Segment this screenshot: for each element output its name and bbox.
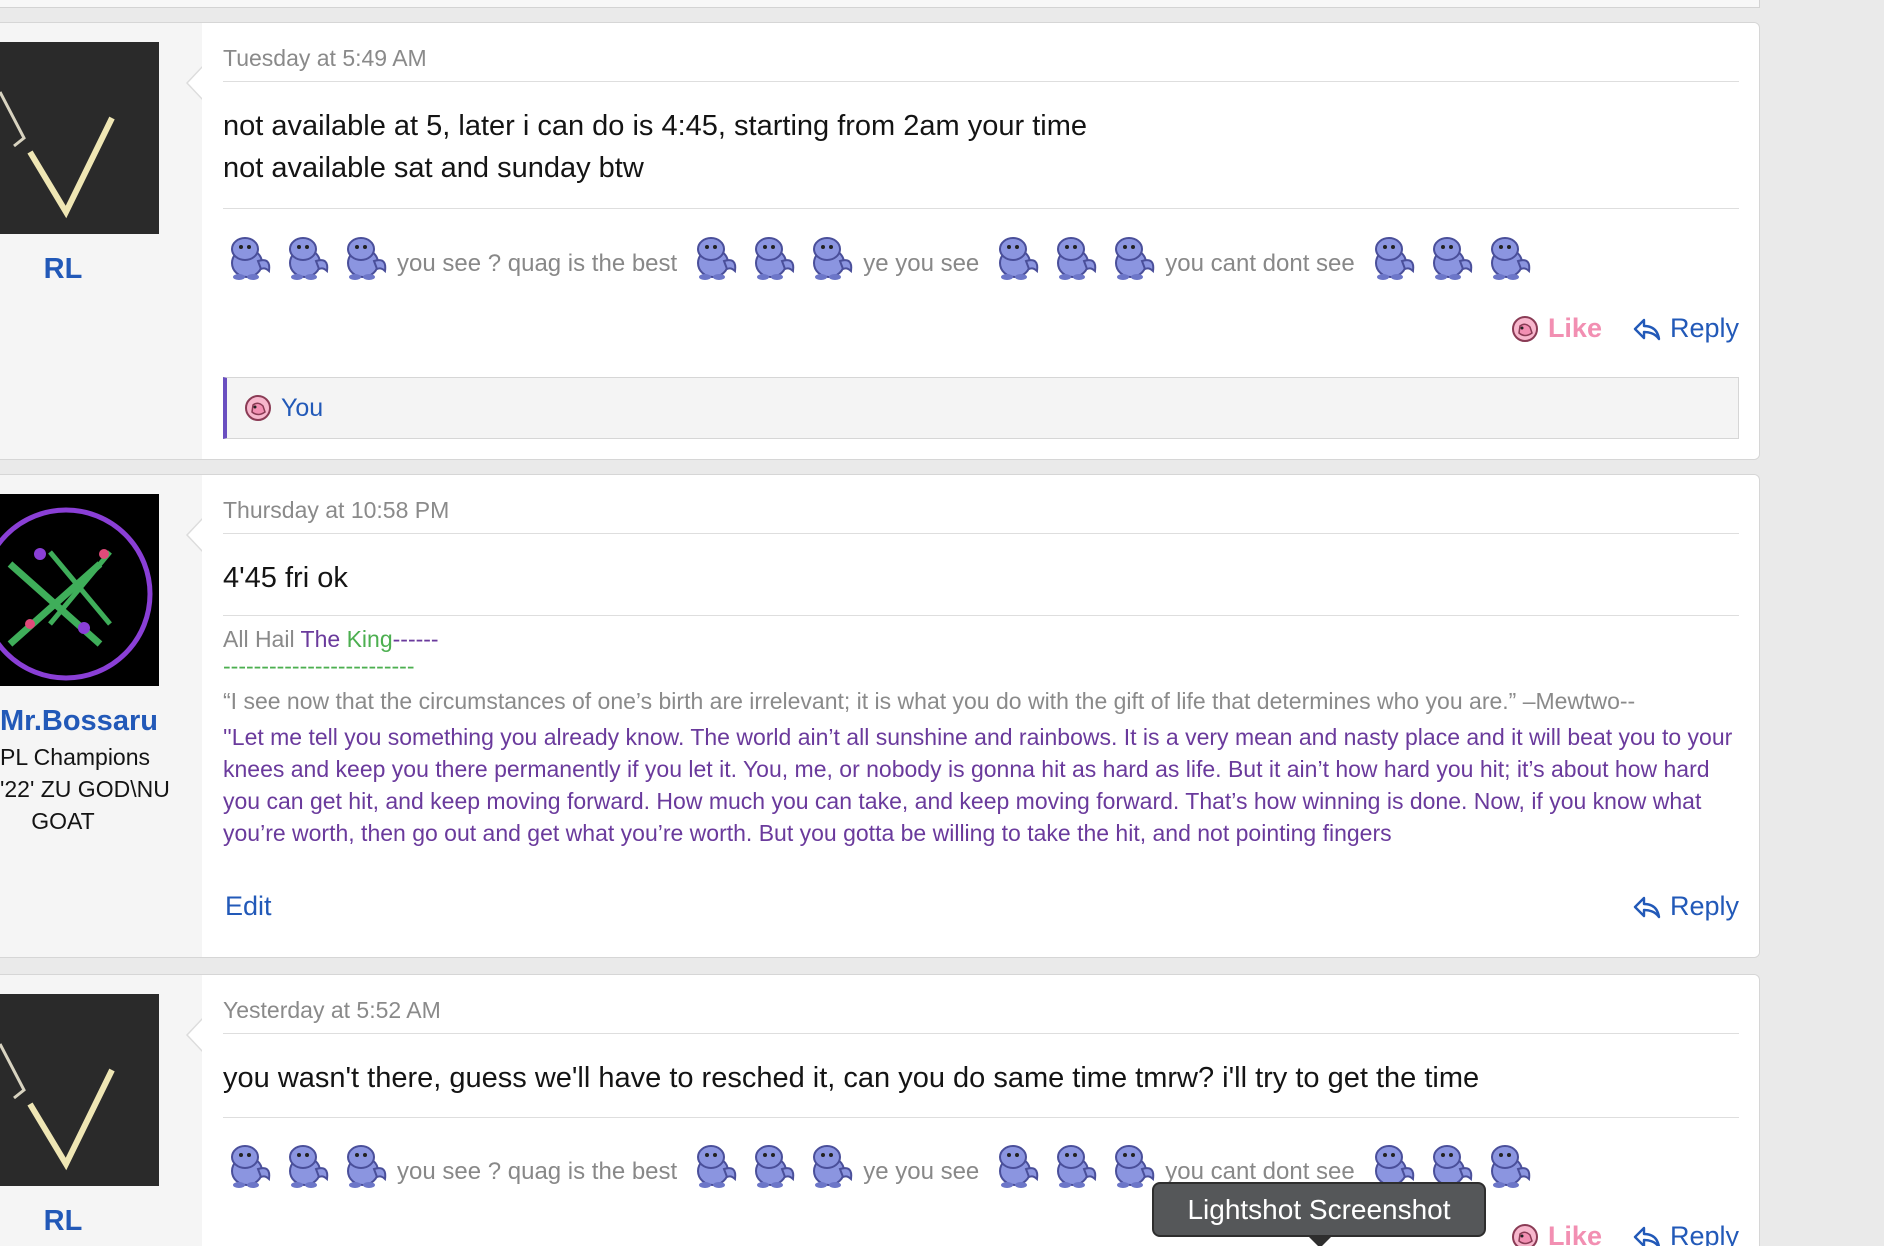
signature-row: you see ? quag is the best ye you see yo…: [223, 1141, 1739, 1191]
quagsire-icon: [223, 233, 275, 283]
quagsire-icon: [805, 1141, 857, 1191]
post-1: RL Tuesday at 5:49 AM not available at 5…: [0, 22, 1760, 460]
username[interactable]: Mr.Bossaru: [0, 705, 158, 738]
reply-button[interactable]: Reply: [1632, 891, 1739, 922]
reply-button[interactable]: Reply: [1632, 1221, 1739, 1246]
lightshot-tooltip: Lightshot Screenshot: [1152, 1182, 1486, 1246]
reply-button[interactable]: Reply: [1632, 313, 1739, 344]
quagsire-icon: [339, 1141, 391, 1191]
reply-arrow-icon: [1632, 892, 1662, 922]
quagsire-icon: [747, 1141, 799, 1191]
signature-quote-mewtwo: “I see now that the circumstances of one…: [223, 688, 1636, 714]
quagsire-icon: [689, 233, 741, 283]
message-arrow: [186, 1017, 203, 1053]
quagsire-icon: [689, 1141, 741, 1191]
quagsire-icon: [281, 233, 333, 283]
message-body: you wasn't there, guess we'll have to re…: [223, 1062, 1480, 1094]
quagsire-icon: [1049, 1141, 1101, 1191]
username[interactable]: RL: [0, 253, 126, 286]
quagsire-icon: [1107, 1141, 1159, 1191]
divider: [223, 81, 1739, 82]
reply-label: Reply: [1669, 1221, 1739, 1246]
like-button[interactable]: Like: [1510, 1221, 1602, 1246]
quagsire-icon: [223, 1141, 275, 1191]
divider: [223, 615, 1739, 616]
quagsire-icon: [1483, 233, 1535, 283]
post-actions: Reply: [1632, 891, 1739, 922]
reply-arrow-icon: [1632, 1222, 1662, 1246]
likes-bar: You: [223, 377, 1739, 439]
signature-green-dashes: -------------------------: [223, 653, 415, 679]
message-arrow: [186, 65, 203, 101]
divider: [223, 208, 1739, 209]
divider: [223, 1117, 1739, 1118]
divider: [223, 1033, 1739, 1034]
signature-hail-line: All Hail The King------: [223, 623, 1739, 655]
quagsire-icon: [1107, 233, 1159, 283]
post-actions: Like Reply: [1510, 1221, 1739, 1246]
post-1-content: Tuesday at 5:49 AM not available at 5, l…: [202, 23, 1759, 459]
user-title-line: '22' ZU GOD\NU: [0, 776, 170, 802]
post-3: RL Yesterday at 5:52 AM you wasn't there…: [0, 974, 1760, 1246]
avatar[interactable]: [0, 42, 159, 234]
message-arrow: [186, 517, 203, 553]
quagsire-icon: [747, 233, 799, 283]
signature-row: you see ? quag is the best ye you see yo…: [223, 233, 1739, 283]
message-body: not available at 5, later i can do is 4:…: [223, 105, 1739, 189]
signature-hail-king: King: [346, 626, 393, 652]
post-2-user-column: Mr.Bossaru PL Champions '22' ZU GOD\NU G…: [0, 475, 202, 957]
signature-text: you see ? quag is the best: [397, 1158, 678, 1185]
username[interactable]: RL: [0, 1205, 126, 1238]
post-date[interactable]: Tuesday at 5:49 AM: [223, 45, 427, 72]
post-date[interactable]: Thursday at 10:58 PM: [223, 497, 449, 524]
signature-text: you cant dont see: [1165, 250, 1355, 277]
user-title-line: PL Champions: [0, 744, 151, 770]
quagsire-icon: [281, 1141, 333, 1191]
message-line: not available at 5, later i can do is 4:…: [223, 110, 1087, 142]
like-label: Like: [1547, 1221, 1602, 1246]
quagsire-icon: [991, 233, 1043, 283]
signature-text: ye you see: [863, 250, 980, 277]
avatar[interactable]: [0, 994, 159, 1186]
post-actions: Like Reply: [1510, 313, 1739, 344]
quagsire-icon: [1367, 233, 1419, 283]
quagsire-icon: [1483, 1141, 1535, 1191]
avatar[interactable]: [0, 494, 159, 686]
message-line: not available sat and sunday btw: [223, 152, 644, 184]
post-3-user-column: RL: [0, 975, 202, 1246]
signature-hail-prefix: All Hail: [223, 626, 301, 652]
signature: All Hail The King------ ----------------…: [223, 623, 1739, 865]
post-3-content: Yesterday at 5:52 AM you wasn't there, g…: [202, 975, 1759, 1246]
quagsire-icon: [991, 1141, 1043, 1191]
signature-text: ye you see: [863, 1158, 980, 1185]
quagsire-icon: [1425, 233, 1477, 283]
likes-by-link[interactable]: You: [281, 394, 323, 423]
post-date[interactable]: Yesterday at 5:52 AM: [223, 997, 441, 1024]
like-heart-icon: [1510, 1222, 1540, 1246]
previous-post-bottom: [0, 0, 1760, 8]
post-2-content: Thursday at 10:58 PM 4'45 fri ok All Hai…: [202, 475, 1759, 957]
like-heart-icon: [1510, 314, 1540, 344]
quagsire-icon: [339, 233, 391, 283]
signature-quote-rocky: ''Let me tell you something you already …: [223, 724, 1733, 846]
signature-hail-dashes: ------: [392, 626, 439, 652]
reply-label: Reply: [1669, 891, 1739, 921]
post-1-user-column: RL: [0, 23, 202, 459]
signature-hail-the: The: [300, 626, 347, 652]
quagsire-icon: [805, 233, 857, 283]
like-heart-icon: [243, 393, 273, 423]
divider: [223, 533, 1739, 534]
post-2: Mr.Bossaru PL Champions '22' ZU GOD\NU G…: [0, 474, 1760, 958]
user-title-line: GOAT: [31, 808, 95, 834]
quagsire-icon: [1049, 233, 1101, 283]
like-button[interactable]: Like: [1510, 313, 1602, 344]
signature-text: you see ? quag is the best: [397, 250, 678, 277]
reply-arrow-icon: [1632, 314, 1662, 344]
like-label: Like: [1547, 313, 1602, 343]
user-title: PL Champions '22' ZU GOD\NU GOAT: [0, 741, 170, 837]
edit-button[interactable]: Edit: [225, 891, 272, 922]
reply-label: Reply: [1669, 313, 1739, 343]
message-body: 4'45 fri ok: [223, 562, 348, 594]
